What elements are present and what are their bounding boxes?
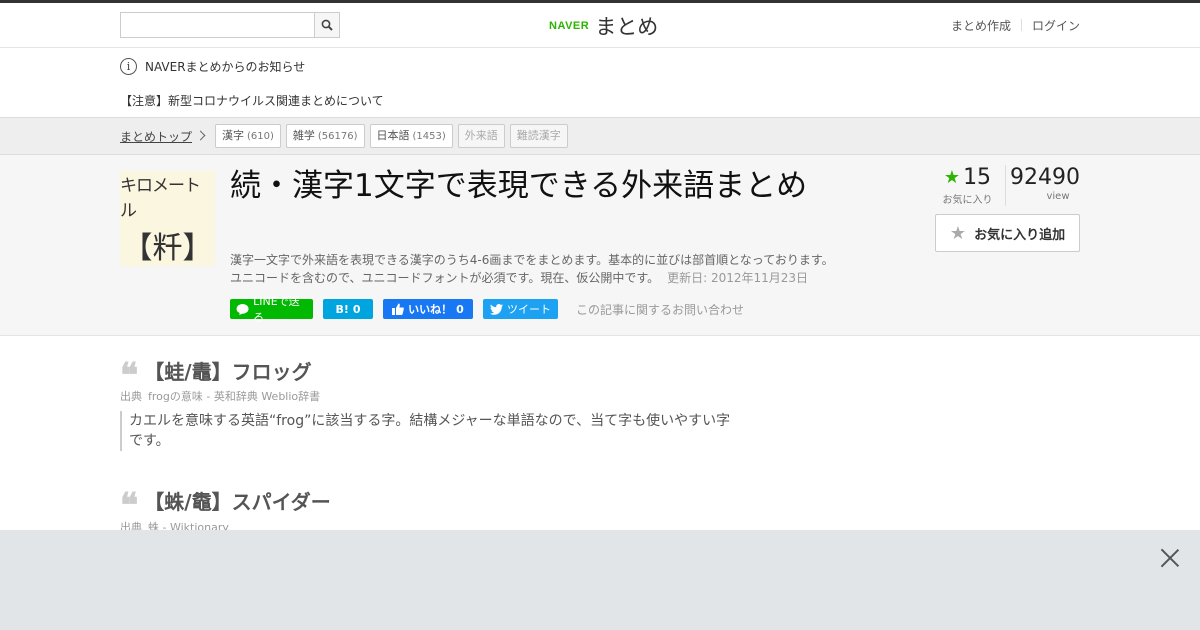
notice-heading: i NAVERまとめからのお知らせ [120,58,305,75]
breadcrumb: まとめトップ 漢字 (610) 雑学 (56176) 日本語 (1453) 外来語 難… [0,118,1200,155]
favorite-label: お気に入り [942,195,993,206]
quote-icon: ❝ [120,356,139,396]
source-link[interactable]: frogの意味 - 英和辞典 Weblio辞書 [148,390,320,403]
line-share-label: LINEで送る [253,295,300,324]
tag-label: 難読漢字 [516,129,561,142]
entry-heading-text: 【蛛/鼄】スパイダー [144,489,331,514]
entry-heading: ❝ 【蛛/鼄】スパイダー [120,484,331,526]
updated-date: 更新日: 2012年11月23日 [667,271,809,285]
twitter-icon [490,303,503,315]
facebook-like-button[interactable]: いいね！ 0 [383,299,473,319]
source-label: 出典 [120,390,142,403]
tweet-button[interactable]: ツイート [483,299,558,319]
notice-title: NAVERまとめからのお知らせ [145,60,306,74]
star-icon: ★ [943,167,961,188]
article-summary: キロメートル 【粁】 続・漢字1文字で表現できる外来語まとめ 漢字一文字で外来語… [0,155,1200,336]
search-icon [321,19,333,31]
entry-source: 出典 frogの意味 - 英和辞典 Weblio辞書 [120,388,320,404]
facebook-like-count: 0 [456,302,464,316]
header-divider [1020,19,1022,31]
site-logo[interactable]: NAVER まとめ [549,11,658,41]
bottom-ad-overlay [0,530,1200,630]
thumbnail-line2: 【粁】 [122,230,213,266]
line-icon [236,303,249,315]
site-header: NAVER まとめ まとめ作成 ログイン [0,3,1200,48]
description-line1: 漢字一文字で外来語を表現できる漢字のうち4-6画までをまとめます。基本的に並びは… [230,253,834,267]
hatena-icon: B! [335,302,349,316]
tag-label: 外来語 [464,129,498,142]
add-favorite-button[interactable]: ★ お気に入り追加 [935,214,1080,252]
star-icon: ★ [949,222,967,244]
search-box [120,12,340,38]
tag-label: 日本語 [376,129,410,142]
header-links: まとめ作成 ログイン [951,17,1080,34]
close-icon[interactable] [1160,548,1180,568]
search-button[interactable] [314,13,339,37]
social-buttons: LINEで送る B! 0 いいね！ 0 ツイート この記事に関するお問い合わせ [230,295,744,324]
line-share-button[interactable]: LINEで送る [230,295,313,324]
tag-nandoku-kanji[interactable]: 難読漢字 [509,124,568,148]
notice-item-link[interactable]: 【注意】新型コロナウイルス関連まとめについて [120,92,384,109]
article-title: 続・漢字1文字で表現できる外来語まとめ [230,168,808,204]
notice-area: i NAVERまとめからのお知らせ 【注意】新型コロナウイルス関連まとめについて [0,48,1200,118]
tag-zatsugaku[interactable]: 雑学 (56176) [285,124,365,148]
entry-quote: カエルを意味する英語“frog”に該当する字。結構メジャーな単語なので、当て字も… [120,411,740,451]
info-icon: i [120,58,137,75]
add-favorite-label: お気に入り追加 [974,227,1066,243]
tag-label: 雑学 [292,129,315,142]
logo-brand: NAVER [549,20,590,32]
create-matome-link[interactable]: まとめ作成 [951,17,1011,34]
search-input[interactable] [121,13,314,37]
quote-icon: ❝ [120,486,139,526]
tweet-label: ツイート [507,303,551,316]
thumbnail-line1: キロメートル [120,175,201,221]
favorite-count: 15 [963,165,992,190]
tag-nihongo[interactable]: 日本語 (1453) [369,124,453,148]
article-description: 漢字一文字で外来語を表現できる漢字のうち4-6画までをまとめます。基本的に並びは… [230,251,850,287]
tag-label: 漢字 [222,129,245,142]
view-label: view [1046,191,1070,202]
logo-name: まとめ [595,15,659,39]
facebook-like-icon [392,303,405,315]
entry-heading-text: 【蛙/鼃】フロッグ [144,359,312,384]
view-stat: 92490 view [1006,165,1080,206]
tag-count: (56176) [317,131,358,142]
favorite-stat: ★ 15 お気に入り [936,165,1006,206]
tag-count: (610) [247,131,274,142]
article-thumbnail[interactable]: キロメートル 【粁】 [120,171,215,266]
tag-gairaigo[interactable]: 外来語 [457,124,505,148]
contact-link[interactable]: この記事に関するお問い合わせ [576,301,744,318]
hatena-bookmark-button[interactable]: B! 0 [323,299,373,319]
entry-heading: ❝ 【蛙/鼃】フロッグ [120,354,312,396]
article-stats: ★ 15 お気に入り 92490 view [936,165,1080,206]
tag-count: (1453) [412,131,446,142]
tag-kanji[interactable]: 漢字 (610) [215,124,281,148]
view-count: 92490 [1010,165,1080,190]
breadcrumb-top-link[interactable]: まとめトップ [120,128,192,145]
login-link[interactable]: ログイン [1032,17,1080,34]
hatena-count: 0 [352,302,361,316]
facebook-like-label: いいね！ [408,303,453,316]
description-line2: ユニコードを含むので、ユニコードフォントが必須です。現在、仮公開中です。 [230,271,660,285]
